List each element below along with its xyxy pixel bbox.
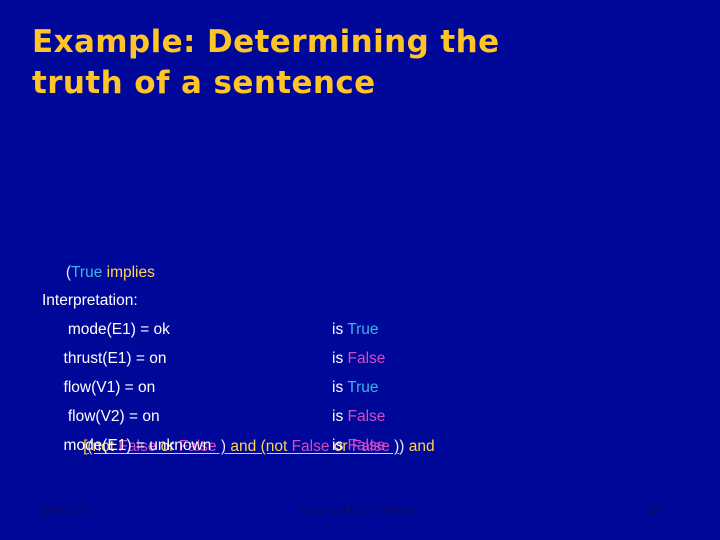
interpretation-row: mode(E1) = unknown is False bbox=[42, 431, 682, 460]
interpretation-is-label: is bbox=[332, 379, 348, 396]
slide-footer: 3/19/2000 copyright Brian Williams 23 bbox=[0, 504, 720, 524]
interpretation-rows: mode(E1) = ok is True thrust(E1) = on is F… bbox=[42, 315, 682, 460]
interpretation-is-label: is bbox=[332, 321, 348, 338]
footer-copyright: copyright Brian Williams bbox=[301, 504, 419, 516]
page-title-line-1: Example: Determining the bbox=[32, 24, 500, 60]
interpretation-row: flow(V2) = on is False bbox=[42, 402, 682, 431]
interpretation-result: is False bbox=[332, 402, 385, 431]
interpretation-is-label: is bbox=[332, 437, 348, 454]
interpretation-truth-value: True bbox=[347, 321, 379, 338]
slide-canvas: Example: Determining the truth of a sent… bbox=[0, 0, 720, 540]
page-title-line-2: truth of a sentence bbox=[32, 64, 376, 101]
interpretation-assignment: thrust(E1) = on bbox=[42, 350, 167, 367]
interpretation-block: Interpretation: mode(E1) = ok is True thr… bbox=[42, 286, 682, 460]
interpretation-truth-value: False bbox=[347, 350, 386, 367]
page-title: Example: Determining the truth of a sent… bbox=[32, 22, 632, 104]
interpretation-row: mode(E1) = ok is True bbox=[42, 315, 682, 344]
interpretation-assignment: mode(E1) = unknown bbox=[42, 437, 212, 454]
interpretation-is-label: is bbox=[332, 350, 348, 367]
interpretation-truth-value: True bbox=[347, 379, 379, 396]
interpretation-row: thrust(E1) = on is False bbox=[42, 344, 682, 373]
interpretation-assignment: flow(V2) = on bbox=[42, 408, 160, 425]
interpretation-assignment: mode(E1) = ok bbox=[42, 321, 170, 338]
interpretation-result: is False bbox=[332, 344, 385, 373]
interpretation-result: is False bbox=[332, 431, 385, 460]
interpretation-assignment: flow(V1) = on bbox=[42, 379, 156, 396]
interpretation-is-label: is bbox=[332, 408, 348, 425]
interpretation-result: is True bbox=[332, 315, 379, 344]
token-implies: implies bbox=[102, 264, 155, 281]
interpretation-truth-value: False bbox=[347, 408, 386, 425]
interpretation-result: is True bbox=[332, 373, 379, 402]
interpretation-row: flow(V1) = on is True bbox=[42, 373, 682, 402]
interpretation-heading: Interpretation: bbox=[42, 292, 138, 309]
token-true: True bbox=[71, 264, 103, 281]
interpretation-truth-value: False bbox=[347, 437, 386, 454]
footer-page-number: 23 bbox=[649, 504, 662, 516]
